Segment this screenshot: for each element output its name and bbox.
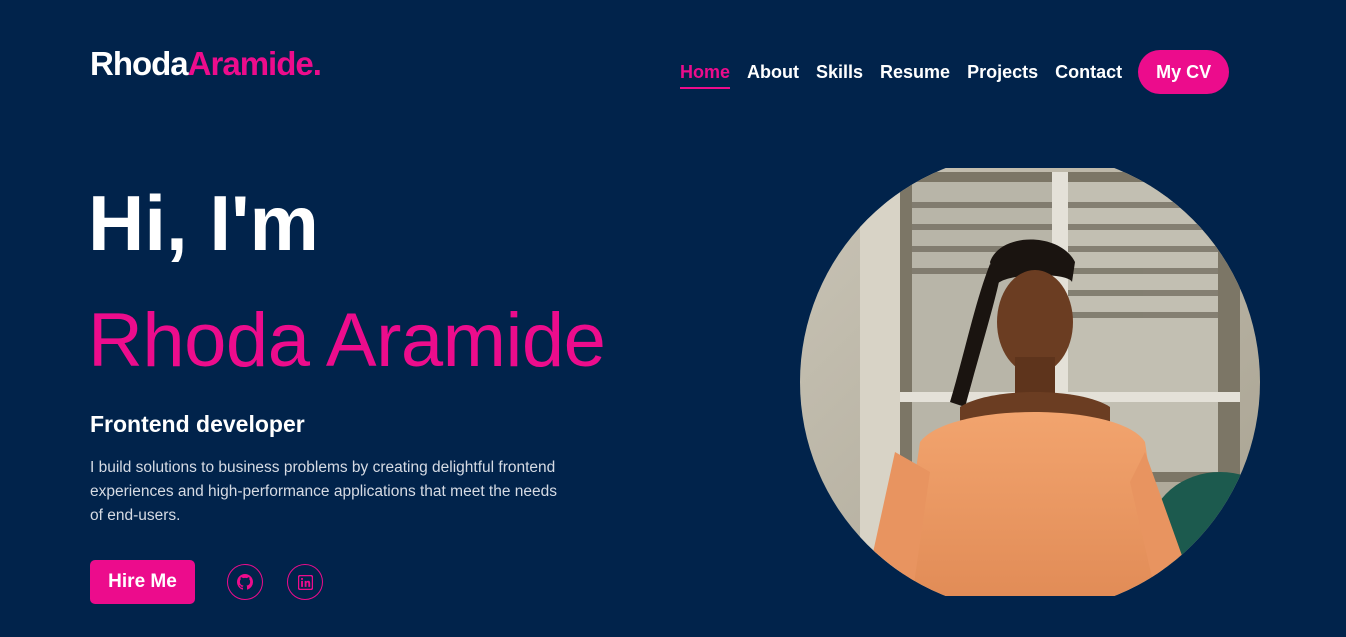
main-nav: Home About Skills Resume Projects Contac… (680, 50, 1230, 94)
nav-skills[interactable]: Skills (816, 61, 863, 83)
github-icon (237, 574, 253, 590)
logo-first-name: Rhoda (90, 45, 189, 82)
hero-name: Rhoda Aramide (88, 298, 606, 383)
logo-last-name: Aramide. (187, 45, 322, 82)
portfolio-page: RhodaAramide. Home About Skills Resume P… (0, 0, 1346, 637)
nav-contact[interactable]: Contact (1055, 61, 1122, 83)
site-logo[interactable]: RhodaAramide. (90, 45, 322, 82)
linkedin-link[interactable] (287, 564, 323, 600)
profile-photo (800, 168, 1260, 596)
linkedin-icon (297, 574, 313, 590)
hero-bio: I build solutions to business problems b… (90, 459, 558, 524)
hero-role: Frontend developer (90, 411, 305, 437)
my-cv-button[interactable]: My CV (1138, 50, 1230, 94)
hero-greeting: Hi, I'm (88, 179, 319, 267)
nav-projects[interactable]: Projects (967, 61, 1038, 83)
nav-about[interactable]: About (747, 61, 799, 83)
portrait-clip (780, 168, 1280, 596)
nav-resume[interactable]: Resume (880, 61, 950, 83)
nav-home[interactable]: Home (680, 61, 731, 89)
github-link[interactable] (227, 564, 263, 600)
hire-me-button[interactable]: Hire Me (90, 560, 195, 604)
profile-photo-illustration (800, 168, 1260, 596)
